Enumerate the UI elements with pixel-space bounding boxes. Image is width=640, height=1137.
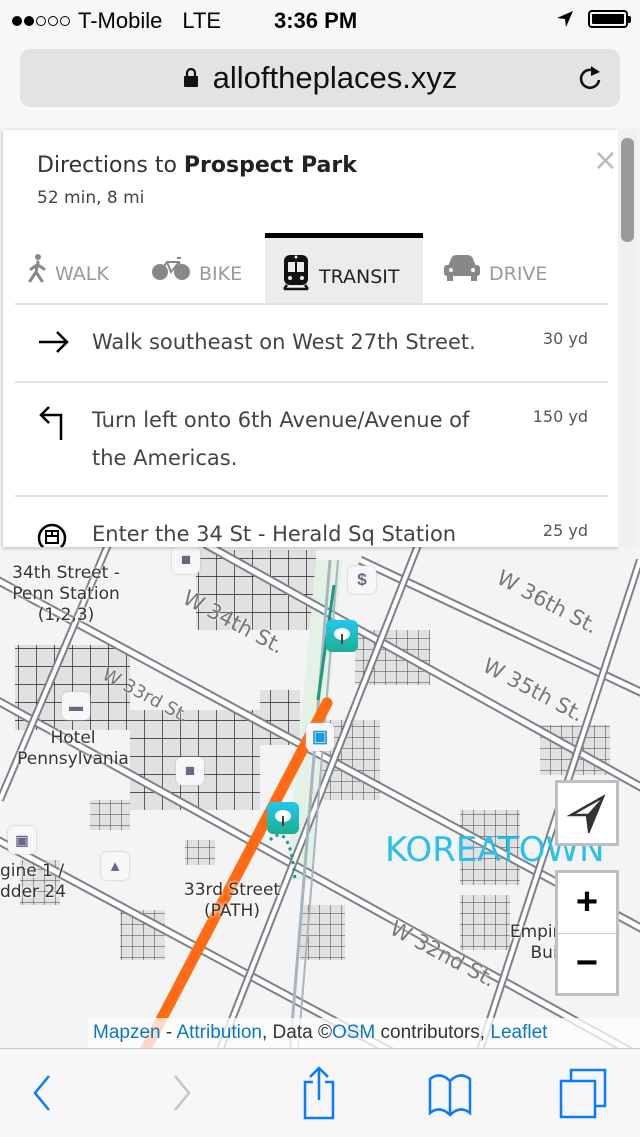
tab-transit[interactable]: TRANSIT bbox=[265, 233, 423, 303]
signal-strength-icon bbox=[12, 16, 70, 26]
bookmarks-button[interactable] bbox=[410, 1049, 490, 1137]
osm-link[interactable]: OSM bbox=[332, 1022, 375, 1043]
park-poi-icon[interactable] bbox=[267, 802, 299, 834]
step-text: Walk southeast on West 27th Street. bbox=[92, 330, 476, 354]
close-button[interactable]: × bbox=[593, 146, 618, 176]
travel-mode-tabs: WALK BIKE TRANSIT DRIVE bbox=[15, 233, 608, 305]
forward-button[interactable] bbox=[142, 1049, 222, 1137]
fire-station-poi-icon[interactable]: ▣ bbox=[8, 826, 36, 854]
battery-full-icon bbox=[588, 10, 631, 28]
back-button[interactable] bbox=[2, 1049, 82, 1137]
school-poi-icon[interactable]: ▲ bbox=[101, 852, 129, 880]
reload-icon[interactable] bbox=[576, 63, 604, 93]
zoom-out-button[interactable]: − bbox=[558, 934, 616, 994]
bank-poi-icon[interactable]: $ bbox=[348, 566, 376, 594]
locate-arrow-icon bbox=[567, 794, 606, 833]
tab-walk[interactable]: WALK bbox=[27, 233, 137, 303]
address-bar[interactable]: alloftheplaces.xyz bbox=[20, 49, 620, 107]
transit-poi-icon[interactable]: ▣ bbox=[306, 723, 334, 751]
direction-step[interactable]: Enter the 34 St - Herald Sq Station 25 y… bbox=[15, 497, 608, 547]
building bbox=[90, 800, 130, 830]
directions-title: Directions to Prospect Park bbox=[37, 153, 357, 178]
map-label-penn-station[interactable]: 34th Street - Penn Station (1,2,3) bbox=[4, 563, 128, 626]
locate-button[interactable] bbox=[555, 780, 619, 846]
tab-bike[interactable]: BIKE bbox=[151, 233, 261, 303]
scrollbar-thumb[interactable] bbox=[621, 138, 634, 242]
step-distance: 30 yd bbox=[542, 329, 588, 348]
car-icon bbox=[444, 255, 480, 281]
attribution-link[interactable]: Attribution bbox=[176, 1022, 262, 1043]
share-button[interactable] bbox=[279, 1049, 359, 1137]
panel-scrollbar[interactable] bbox=[618, 130, 637, 547]
zoom-control: + − bbox=[555, 870, 619, 996]
tabs-button[interactable] bbox=[543, 1049, 623, 1137]
browser-address-area: alloftheplaces.xyz bbox=[0, 40, 640, 128]
bookmarks-icon bbox=[428, 1074, 472, 1117]
map-label-engine[interactable]: gine 1 /dder 24 bbox=[0, 861, 76, 903]
url-text[interactable]: alloftheplaces.xyz bbox=[213, 60, 458, 96]
carrier-name: T-Mobile bbox=[78, 8, 163, 33]
leaflet-link[interactable]: Leaflet bbox=[490, 1022, 547, 1043]
step-text: Turn left onto 6th Avenue/Avenue of the … bbox=[92, 408, 470, 470]
building bbox=[185, 840, 215, 865]
arrow-right-icon bbox=[39, 331, 69, 353]
destination-name: Prospect Park bbox=[183, 153, 357, 178]
clock: 3:36 PM bbox=[274, 8, 358, 33]
map-attribution: Mapzen - Attribution, Data ©OSM contribu… bbox=[88, 1018, 640, 1048]
step-distance: 25 yd bbox=[542, 521, 588, 540]
turn-left-icon bbox=[39, 406, 63, 440]
lock-icon bbox=[183, 68, 198, 87]
park-poi-icon[interactable] bbox=[326, 620, 358, 652]
tab-drive[interactable]: DRIVE bbox=[443, 233, 583, 303]
back-chevron-icon bbox=[33, 1075, 50, 1111]
subway-icon bbox=[37, 523, 67, 547]
status-bar: T-Mobile LTE 3:36 PM bbox=[0, 0, 640, 40]
network-type: LTE bbox=[182, 8, 222, 33]
trip-summary: 52 min, 8 mi bbox=[37, 188, 145, 208]
hotel-poi-icon[interactable]: ▬ bbox=[62, 692, 90, 720]
step-distance: 150 yd bbox=[532, 407, 588, 426]
train-icon bbox=[283, 254, 309, 290]
bike-icon bbox=[152, 257, 190, 280]
mapzen-link[interactable]: Mapzen bbox=[93, 1022, 161, 1043]
browser-toolbar bbox=[0, 1048, 640, 1137]
location-arrow-icon bbox=[557, 11, 573, 27]
shopping-poi-icon[interactable]: ■ bbox=[172, 546, 200, 574]
direction-step[interactable]: Walk southeast on West 27th Street. 30 y… bbox=[15, 305, 608, 383]
zoom-in-button[interactable]: + bbox=[558, 873, 616, 934]
shopping-poi-icon[interactable]: ■ bbox=[176, 757, 204, 785]
step-text: Enter the 34 St - Herald Sq Station bbox=[92, 522, 457, 546]
map-label-hotel-pennsylvania[interactable]: Hotel Pennsylvania bbox=[8, 728, 138, 770]
directions-panel: Directions to Prospect Park 52 min, 8 mi… bbox=[3, 130, 618, 547]
map-label-path-station[interactable]: 33rd Street (PATH) bbox=[172, 880, 292, 922]
direction-step[interactable]: Turn left onto 6th Avenue/Avenue of the … bbox=[15, 383, 608, 497]
share-icon bbox=[303, 1066, 335, 1120]
tabs-icon bbox=[559, 1068, 607, 1119]
forward-chevron-icon bbox=[174, 1075, 191, 1111]
walk-icon bbox=[28, 254, 46, 283]
